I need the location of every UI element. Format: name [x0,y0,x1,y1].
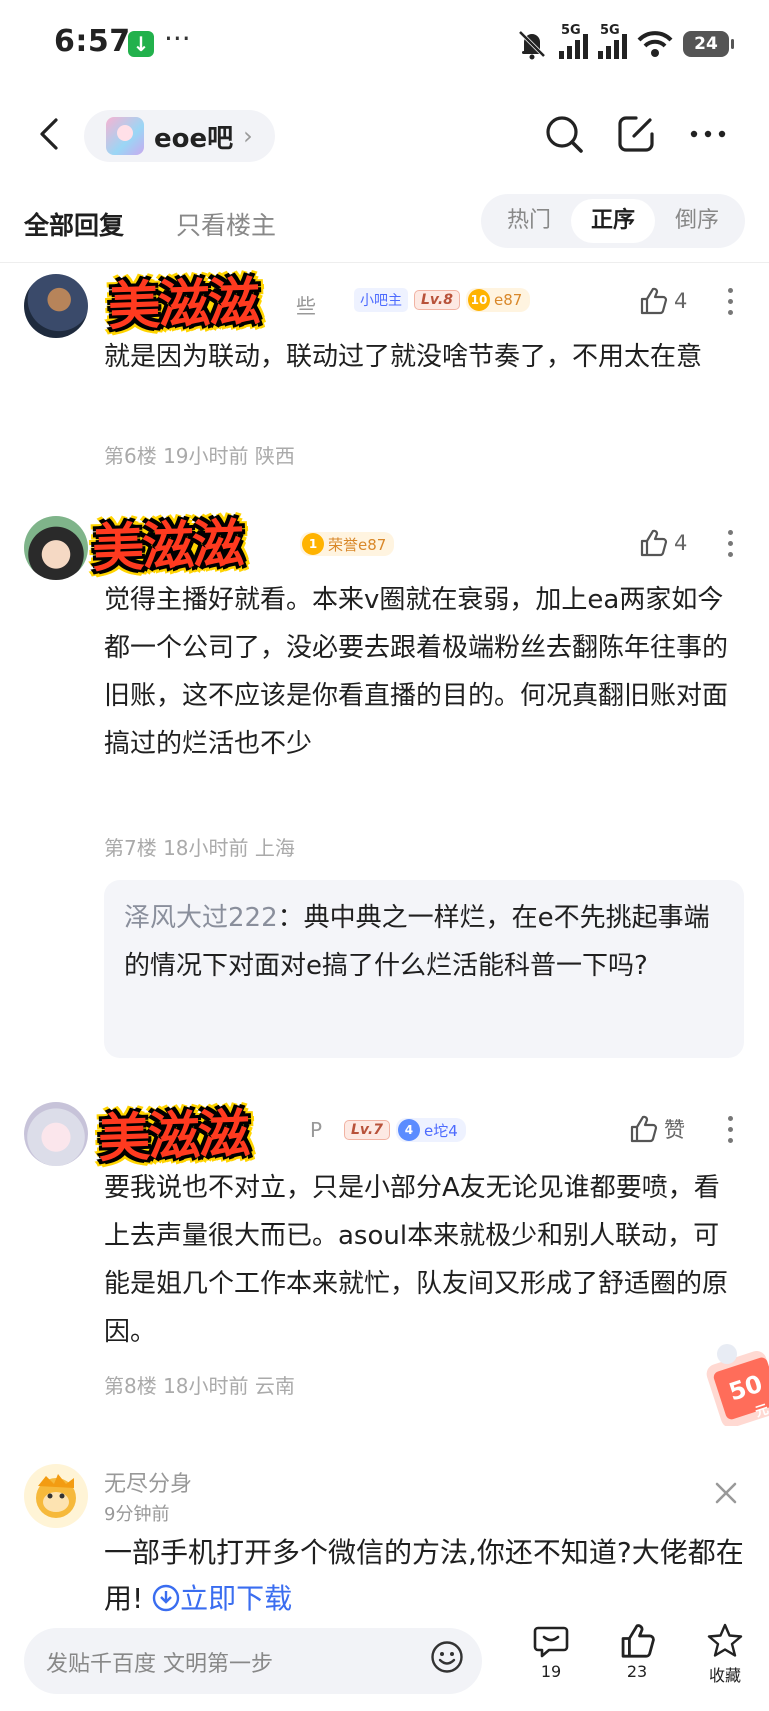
fan-label: 荣誉e87 [328,535,387,554]
post-content: 要我说也不对立，只是小部分A友无论见谁都要喷，看上去声量很大而已。asoul本来… [104,1173,729,1347]
search-icon[interactable] [542,112,586,156]
sort-ascending[interactable]: 正序 [571,199,655,243]
post-meta: 第6楼 19小时前 陕西 [104,444,295,468]
sort-segmented-control: 热门 正序 倒序 [481,194,745,248]
tab-all-replies[interactable]: 全部回复 [24,206,124,242]
signal-1-label: 5G [561,23,581,38]
ad-avatar[interactable] [24,1464,88,1528]
thread-like-count: 23 [626,1662,648,1681]
post-content: 觉得主播好就看。本来v圈就在衰弱，加上ea两家如今都一个公司了，没必要去跟着极端… [104,585,729,759]
floating-coupon[interactable]: 50 元 [705,1340,769,1428]
wifi-icon [637,31,673,57]
thumbs-up-icon [630,1115,658,1143]
fan-level: 10 [467,289,490,311]
monkey-avatar-icon [36,1474,76,1518]
fan-label: e坨4 [423,1121,458,1140]
signal-2-label: 5G [600,23,620,38]
user-avatar[interactable] [24,1102,88,1166]
badge-level: Lv.8 [414,290,460,310]
ad-advertiser-name[interactable]: 无尽分身 [104,1466,192,1498]
status-bar: 6:57 ↓ ··· 5G 5G 24 [0,0,769,88]
username[interactable]: 些 [296,290,316,319]
ad-time: 9分钟前 [104,1504,170,1525]
close-icon[interactable] [713,1480,739,1506]
tab-op-only[interactable]: 只看楼主 [176,206,276,242]
user-avatar[interactable] [24,516,88,580]
user-avatar[interactable] [24,274,88,338]
emoji-icon[interactable] [430,1640,464,1674]
sticker-overlay: 美滋滋 [91,513,244,580]
comments-button[interactable]: 19 [516,1622,586,1681]
user-badges: Lv.7 4 e坨4 [344,1118,466,1142]
post-content: 就是因为联动，联动过了就没啥节奏了，不用太在意 [104,342,703,372]
badge-fan: 1 荣誉e87 [300,532,395,556]
ad-content[interactable]: 一部手机打开多个微信的方法,你还不知道?大佬都在用! 立即下载 [104,1530,754,1622]
thumbs-up-icon [621,1624,655,1658]
reply-input-placeholder: 发贴千百度 文明第一步 [46,1652,273,1677]
fan-level: 4 [397,1119,420,1141]
post-meta: 第8楼 18小时前 云南 [104,1374,295,1398]
badge-admin: 小吧主 [354,288,408,312]
username[interactable]: P [310,1118,322,1142]
user-badges: 1 荣誉e87 [300,532,395,556]
thumbs-up-icon [640,529,668,557]
divider [0,262,769,263]
like-button[interactable]: 4 [638,528,687,558]
sticker-overlay: 美滋滋 [97,1103,250,1170]
nav-bar: eoe吧 › [0,96,769,174]
reply-filter-bar: 全部回复 只看楼主 热门 正序 倒序 [0,188,769,258]
post-more-icon[interactable] [726,288,734,321]
fan-level: 1 [302,533,324,555]
like-button[interactable]: 4 [638,286,687,316]
more-options-icon[interactable] [686,112,730,156]
back-arrow-icon[interactable] [30,114,70,154]
post-more-icon[interactable] [726,1116,734,1149]
ad-download-link[interactable]: 立即下载 [152,1582,292,1615]
bottom-action-bar: 发贴千百度 文明第一步 19 23 收藏 [0,1620,769,1711]
sub-reply-box[interactable]: 泽风大过222：典中典之一样烂，在e不先挑起事端的情况下对面对e搞了什么烂活能科… [104,880,744,1058]
badge-fan: 4 e坨4 [395,1118,466,1142]
signal-1-icon: 5G [559,23,588,59]
badge-fan: 10 e87 [465,288,531,312]
status-time: 6:57 [54,24,131,59]
like-label: 赞 [664,1118,685,1142]
forum-avatar [106,117,144,155]
comment-icon [533,1626,569,1658]
like-count: 4 [674,289,688,313]
signal-2-icon: 5G [598,23,627,59]
reply-input[interactable]: 发贴千百度 文明第一步 [24,1628,482,1694]
chevron-right-icon: › [243,122,253,150]
user-badges: 小吧主 Lv.8 10 e87 [354,288,531,312]
sort-descending[interactable]: 倒序 [655,199,739,243]
like-button[interactable]: 赞 [628,1114,685,1144]
post-more-icon[interactable] [726,530,734,563]
battery-indicator: 24 [683,31,734,57]
favorite-label: 收藏 [708,1666,741,1685]
thumbs-up-icon [640,287,668,315]
sticker-overlay: 美滋滋 [107,271,260,338]
more-notifications-icon: ··· [164,22,191,55]
download-notification-icon: ↓ [128,31,154,57]
badge-level: Lv.7 [344,1120,390,1140]
star-icon [707,1623,743,1657]
fan-label: e87 [493,291,523,309]
post-meta: 第7楼 18小时前 上海 [104,836,295,860]
sort-hot[interactable]: 热门 [487,199,571,243]
ad-link-label: 立即下载 [180,1582,293,1615]
favorite-button[interactable]: 收藏 [690,1622,760,1686]
mute-bell-icon [518,30,546,60]
system-icons: 5G 5G 24 [515,23,734,64]
like-thread-button[interactable]: 23 [602,1622,672,1681]
sub-reply-user[interactable]: 泽风大过222 [124,903,278,933]
download-icon [152,1584,180,1612]
comment-count: 19 [540,1662,562,1681]
edit-icon[interactable] [614,112,658,156]
forum-name: eoe吧 [154,123,234,154]
like-count: 4 [674,531,688,555]
forum-link[interactable]: eoe吧 › [84,110,275,162]
